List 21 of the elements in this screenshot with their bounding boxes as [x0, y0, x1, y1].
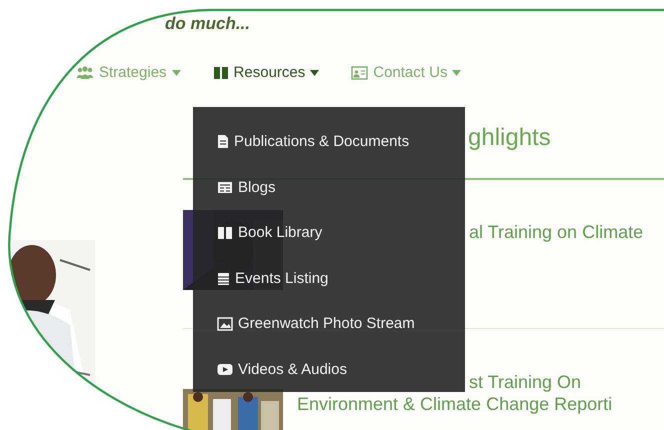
- tagline: do much...: [165, 14, 250, 34]
- contact-card-icon: [351, 66, 368, 80]
- section-heading: ghlights: [468, 124, 551, 152]
- image-icon: [217, 316, 233, 331]
- menu-item[interactable]: Book Library: [217, 210, 322, 256]
- menu-item[interactable]: Publications & Documents: [217, 119, 410, 164]
- menu-item[interactable]: Videos & Audios: [217, 346, 347, 392]
- menu-item[interactable]: Events Listing: [217, 256, 328, 301]
- users-icon: [76, 66, 94, 80]
- caret-icon: [172, 70, 181, 76]
- newspaper-icon: [217, 180, 233, 194]
- caret-icon: [310, 70, 320, 76]
- play-icon: [217, 362, 233, 376]
- document-icon: [217, 134, 229, 150]
- caret-icon: [452, 70, 462, 76]
- nav-link[interactable]: Resources: [210, 64, 322, 81]
- menu-item[interactable]: Blogs: [217, 164, 276, 210]
- calendar-icon: [217, 270, 230, 286]
- menu-item[interactable]: Greenwatch Photo Stream: [217, 301, 415, 346]
- book-icon: [217, 226, 233, 240]
- book-icon: [212, 66, 229, 80]
